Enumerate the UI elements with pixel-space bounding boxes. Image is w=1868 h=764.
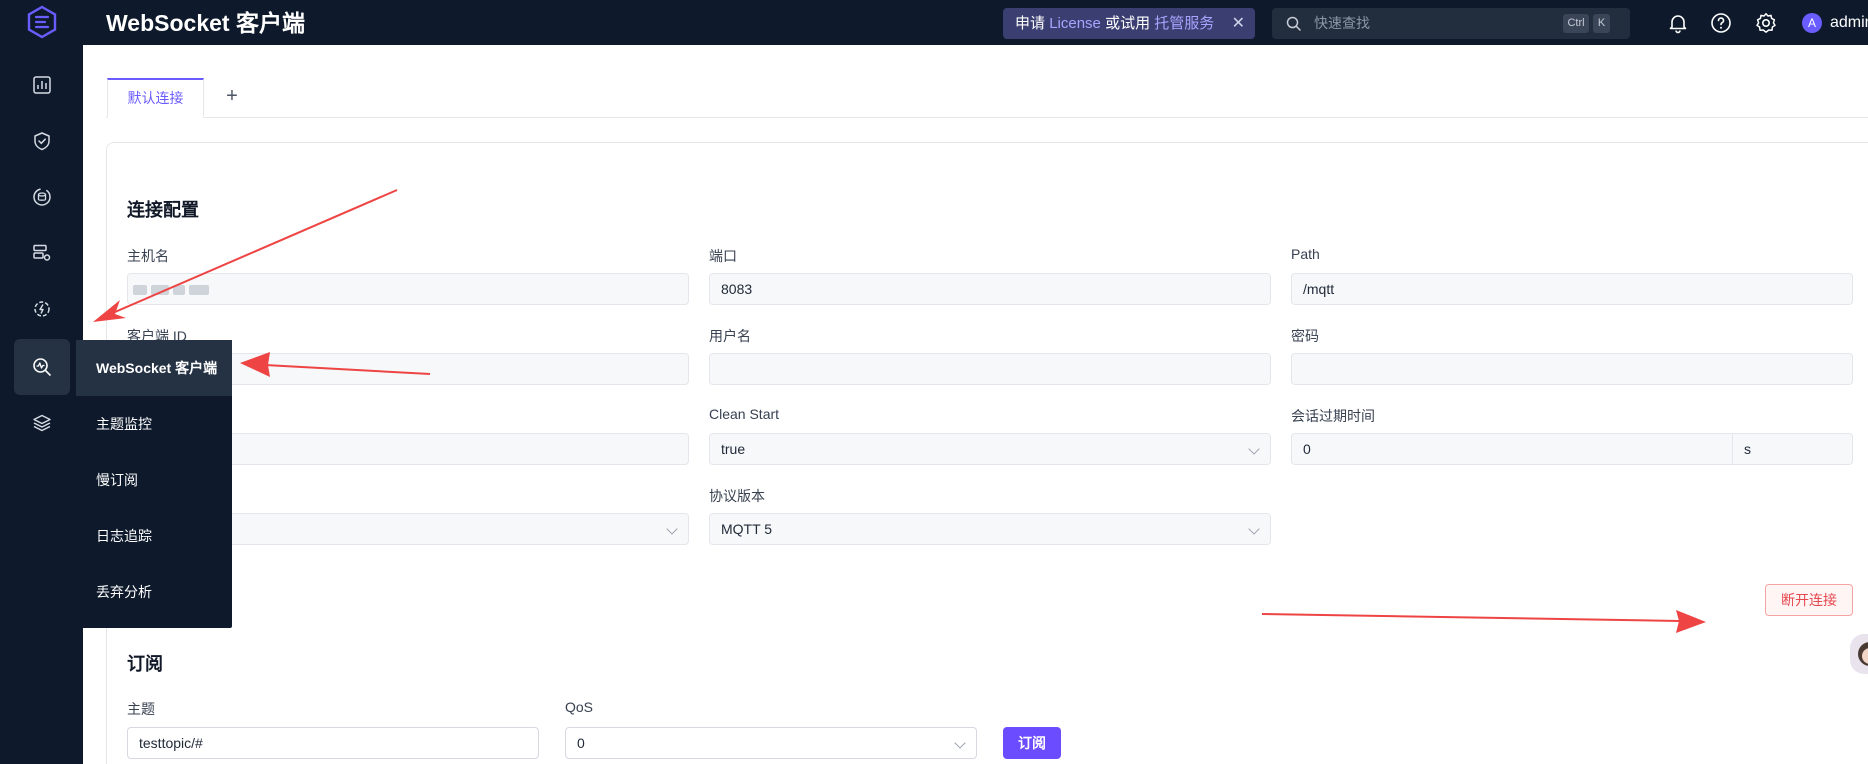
host-label: 主机名 xyxy=(127,248,169,264)
license-banner: 申请 License 或试用 托管服务 ✕ xyxy=(1003,8,1255,39)
search-icon xyxy=(1286,16,1301,31)
submenu-item-slow-subscriptions[interactable]: 慢订阅 xyxy=(76,452,232,508)
avatar[interactable]: A xyxy=(1802,13,1822,33)
username-field-label: 用户名 xyxy=(709,328,751,344)
username-label[interactable]: admin xyxy=(1830,12,1868,34)
clean-start-value: true xyxy=(721,441,746,457)
sidebar-item-dashboard[interactable] xyxy=(14,57,70,113)
managed-service-link[interactable]: 托管服务 xyxy=(1154,15,1214,32)
license-mid: 或试用 xyxy=(1105,15,1151,32)
app-logo-icon[interactable] xyxy=(25,5,59,39)
subscribe-section-title: 订阅 xyxy=(127,654,163,674)
bell-icon[interactable] xyxy=(1666,11,1690,35)
add-tab-button[interactable]: + xyxy=(222,86,242,106)
path-input[interactable]: /mqtt xyxy=(1291,273,1853,305)
tabs-divider xyxy=(106,117,1868,118)
topic-label: 主题 xyxy=(127,701,155,717)
help-icon[interactable] xyxy=(1709,11,1733,35)
search-input[interactable]: 快速查找 Ctrl K xyxy=(1272,8,1630,39)
shield-icon xyxy=(34,132,50,151)
unit-divider xyxy=(1732,434,1733,464)
close-icon[interactable]: ✕ xyxy=(1232,8,1245,39)
sidebar-item-diagnose[interactable] xyxy=(14,339,70,395)
submenu-item-topic-metrics[interactable]: 主题监控 xyxy=(76,396,232,452)
username-input[interactable] xyxy=(709,353,1271,385)
tab-default-connection[interactable]: 默认连接 xyxy=(107,78,204,118)
assistant-avatar[interactable] xyxy=(1850,634,1868,674)
password-input[interactable] xyxy=(1291,353,1853,385)
server-settings-icon xyxy=(33,244,51,261)
protocol-select[interactable]: MQTT 5 xyxy=(709,513,1271,545)
path-label: Path xyxy=(1291,246,1320,262)
kbd-ctrl: Ctrl xyxy=(1563,14,1589,33)
qos-select[interactable]: 0 xyxy=(565,727,977,759)
session-expiry-label: 会话过期时间 xyxy=(1291,408,1375,424)
qos-label: QoS xyxy=(565,699,594,715)
host-value-redacted xyxy=(133,282,223,296)
topic-input[interactable]: testtopic/# xyxy=(127,727,539,759)
clean-start-select[interactable]: true xyxy=(709,433,1271,465)
chevron-down-icon xyxy=(1248,443,1260,455)
sidebar xyxy=(0,45,83,764)
diagnose-search-icon xyxy=(33,358,51,376)
top-bar: WebSocket 客户端 申请 License 或试用 托管服务 ✕ 快速查找… xyxy=(0,0,1868,45)
password-label: 密码 xyxy=(1291,328,1319,344)
license-prefix: 申请 xyxy=(1015,15,1046,32)
sidebar-item-management[interactable] xyxy=(14,225,70,281)
chevron-down-icon xyxy=(666,523,678,535)
diagnose-submenu: WebSocket 客户端 主题监控 慢订阅 日志追踪 丢弃分析 xyxy=(76,340,232,628)
subscribe-button[interactable]: 订阅 xyxy=(1003,727,1061,759)
kbd-k: K xyxy=(1593,14,1610,33)
session-expiry-unit: s xyxy=(1744,441,1751,457)
assistant-face-icon xyxy=(1858,642,1868,666)
connection-section-title: 连接配置 xyxy=(127,200,199,220)
gear-lightning-icon xyxy=(34,301,50,317)
sidebar-item-access-control[interactable] xyxy=(14,113,70,169)
protocol-label: 协议版本 xyxy=(709,488,765,504)
search-placeholder: 快速查找 xyxy=(1314,15,1370,31)
clean-start-label: Clean Start xyxy=(709,406,780,422)
disconnect-button[interactable]: 断开连接 xyxy=(1765,584,1853,616)
sidebar-item-integration[interactable] xyxy=(14,169,70,225)
chevron-down-icon xyxy=(1248,523,1260,535)
chevron-down-icon xyxy=(954,737,966,749)
port-label: 端口 xyxy=(709,248,737,264)
submenu-item-log-trace[interactable]: 日志追踪 xyxy=(76,508,232,564)
database-cycle-icon xyxy=(33,188,51,206)
port-input[interactable]: 8083 xyxy=(709,273,1271,305)
session-expiry-value: 0 xyxy=(1303,441,1311,457)
submenu-item-websocket-client[interactable]: WebSocket 客户端 xyxy=(76,340,232,396)
chart-icon xyxy=(33,76,51,94)
qos-value: 0 xyxy=(577,735,585,751)
gear-icon[interactable] xyxy=(1754,11,1778,35)
protocol-value: MQTT 5 xyxy=(721,521,773,537)
sidebar-item-extensions[interactable] xyxy=(14,395,70,451)
layers-icon xyxy=(33,414,51,432)
session-expiry-input[interactable]: 0 s xyxy=(1291,433,1853,465)
submenu-item-drop-analysis[interactable]: 丢弃分析 xyxy=(76,564,232,620)
app-title: WebSocket 客户端 xyxy=(106,10,305,36)
sidebar-item-system[interactable] xyxy=(14,281,70,337)
license-link[interactable]: License xyxy=(1049,15,1101,32)
